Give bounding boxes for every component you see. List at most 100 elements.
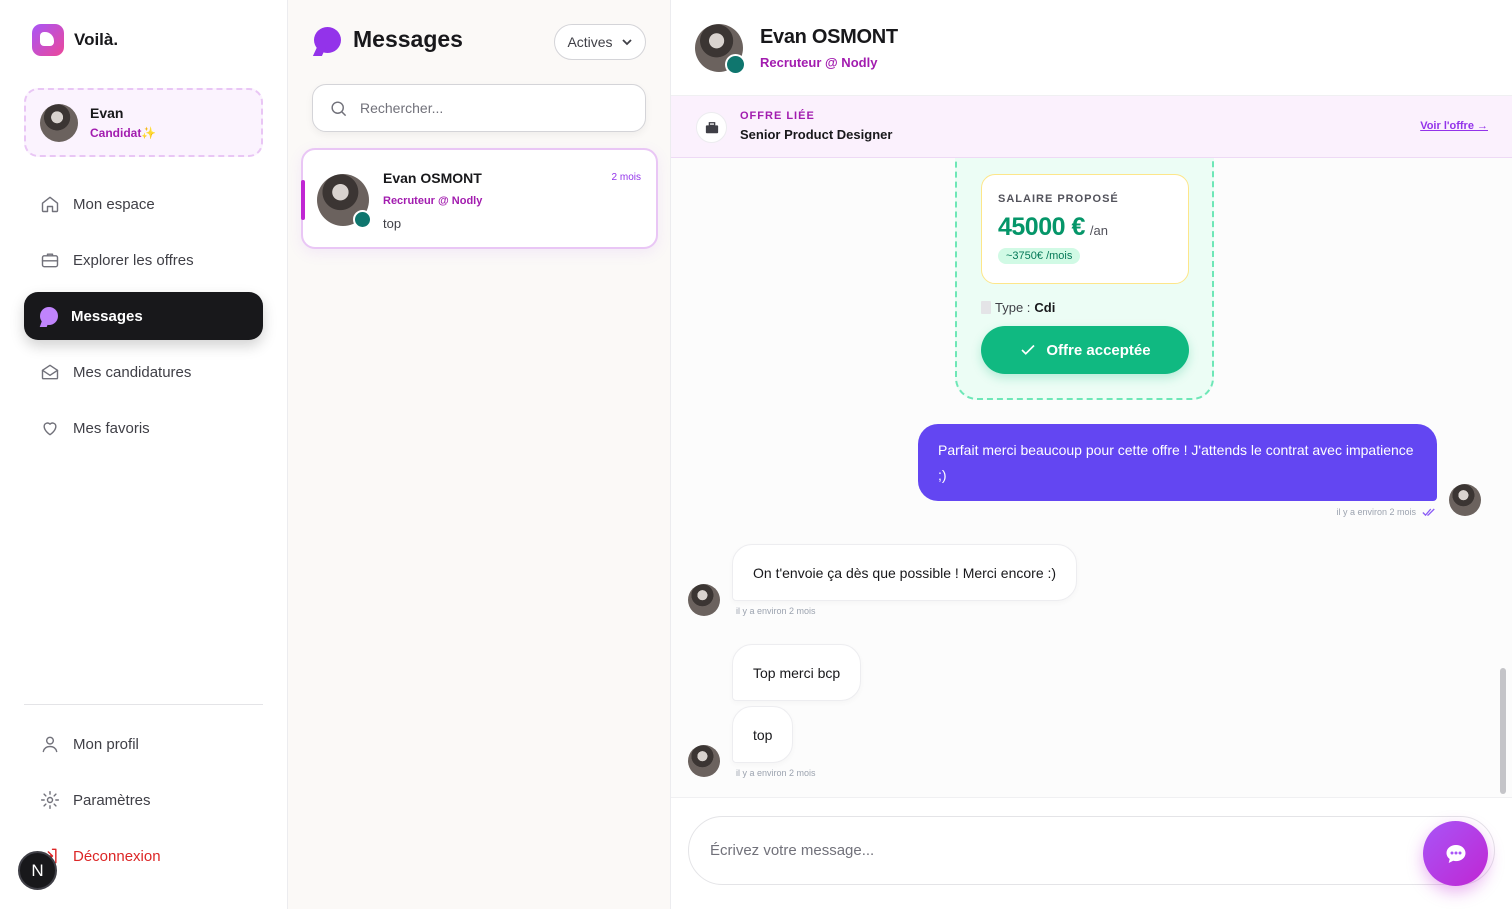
offer-accepted-label: Offre acceptée [1046,341,1151,359]
salary-unit: /an [1089,223,1108,238]
message-thread: SALAIRE PROPOSÉ 45000 € /an ~3750€ /mois… [671,158,1512,797]
contract-type-label: Type : [995,300,1031,315]
message-time: il y a environ 2 mois [1336,507,1416,517]
sidebar: Voilà. Evan Candidat✨ Mon espace Explore… [0,0,288,909]
salary-amount: 45000 € [998,213,1085,241]
chat-bubble-icon [314,26,341,53]
conversation-time: 2 mois [611,172,641,183]
salary-box: SALAIRE PROPOSÉ 45000 € /an ~3750€ /mois [981,174,1189,284]
conversation-item[interactable]: Evan OSMONT 2 mois Recruteur @ Nodly top [301,148,658,249]
double-check-icon [1422,508,1435,516]
message-meta: il y a environ 2 mois [1336,507,1436,517]
gear-icon [40,790,60,810]
nav-item-label: Mes candidatures [73,363,192,381]
filter-label: Actives [567,34,613,50]
nav-item-label: Mon espace [73,195,155,213]
contract-type-value: Cdi [1034,300,1056,315]
message-incoming: On t'envoie ça dès que possible ! Merci … [732,544,1078,601]
nav-item-deconnexion[interactable]: Déconnexion [24,832,263,880]
online-status-dot [353,210,372,229]
brand-logo-icon [32,24,64,56]
chat-header: Evan OSMONT Recruteur @ Nodly [671,0,1512,96]
nav-item-parametres[interactable]: Paramètres [24,776,263,824]
contract-type: Type : Cdi [981,300,1055,315]
nav-item-messages[interactable]: Messages [24,292,263,340]
conversation-subtitle: Recruteur @ Nodly [383,195,483,207]
nav-item-favoris[interactable]: Mes favoris [24,404,263,452]
user-name: Evan [90,105,124,121]
nav-item-label: Mon profil [73,735,139,753]
send-button[interactable] [1423,821,1488,886]
nav-item-label: Explorer les offres [73,251,194,269]
brand-name: Voilà. [74,30,119,49]
user-avatar [1449,484,1481,516]
active-indicator [301,180,305,220]
nav-item-mon-espace[interactable]: Mon espace [24,180,263,228]
briefcase-icon [696,112,727,143]
contact-avatar [317,174,372,229]
message-incoming: top [732,706,794,763]
contact-avatar[interactable] [695,24,746,75]
search-icon [331,100,347,116]
linked-offer-bar: OFFRE LIÉE Senior Product Designer Voir … [671,96,1512,158]
linked-offer-label: OFFRE LIÉE [740,110,815,122]
contact-subtitle: Recruteur @ Nodly [760,55,878,70]
conversation-preview: top [383,216,402,231]
chevron-down-icon [621,39,632,46]
contact-avatar [688,584,720,616]
offer-card: SALAIRE PROPOSÉ 45000 € /an ~3750€ /mois… [955,158,1214,400]
online-status-dot [725,54,746,75]
nav-item-label: Messages [71,307,143,325]
message-input[interactable] [710,842,1390,859]
user-avatar [40,103,78,142]
app-root: Voilà. Evan Candidat✨ Mon espace Explore… [0,0,1512,909]
message-time: il y a environ 2 mois [736,606,816,616]
main-nav: Mon espace Explorer les offres Messages … [24,180,263,460]
nav-item-candidatures[interactable]: Mes candidatures [24,348,263,396]
message-composer [671,797,1512,909]
nav-item-label: Mes favoris [73,419,150,437]
search-input[interactable] [360,100,630,116]
linked-offer-title: Senior Product Designer [740,127,893,142]
message-time: il y a environ 2 mois [736,768,816,778]
nav-item-label: Déconnexion [73,847,161,865]
offer-accepted-button[interactable]: Offre acceptée [981,326,1189,374]
filter-dropdown[interactable]: Actives [554,24,646,60]
nav-item-label: Paramètres [73,791,151,809]
nav-item-mon-profil[interactable]: Mon profil [24,720,263,768]
check-icon [1021,344,1035,355]
briefcase-icon [41,253,59,268]
view-offer-link[interactable]: Voir l'offre → [1420,120,1488,132]
message-outgoing: Parfait merci beaucoup pour cette offre … [918,424,1437,501]
conversation-list-header: Messages [314,26,463,53]
document-icon [981,301,991,314]
brand[interactable]: Voilà. [32,24,118,56]
user-info: Evan Candidat✨ [90,105,156,140]
salary-label: SALAIRE PROPOSÉ [998,193,1119,205]
sparkle-icon: ✨ [141,126,157,140]
chat-send-icon [1446,844,1465,863]
dev-badge[interactable]: N [18,851,57,890]
secondary-nav: Mon profil Paramètres Déconnexion [24,720,263,888]
contact-name: Evan OSMONT [760,26,898,48]
message-incoming: Top merci bcp [732,644,862,701]
heart-icon [43,422,57,436]
nav-divider [24,704,263,705]
salary-value: 45000 € /an [998,213,1188,242]
scrollbar-thumb[interactable] [1500,668,1506,794]
envelope-icon [41,364,59,380]
user-card[interactable]: Evan Candidat✨ [24,88,263,157]
chat-icon [40,307,58,325]
home-icon [41,196,59,213]
conversation-name: Evan OSMONT [383,170,482,186]
message-input-box [688,816,1495,885]
conversation-list: Messages Actives Evan OSMONT 2 mois Recr… [288,0,671,909]
chat-panel: Evan OSMONT Recruteur @ Nodly OFFRE LIÉE… [671,0,1512,909]
conversation-list-title: Messages [353,26,463,52]
nav-item-explorer-offres[interactable]: Explorer les offres [24,236,263,284]
user-icon [42,736,58,753]
salary-monthly-badge: ~3750€ /mois [998,248,1081,264]
user-role-label: Candidat [90,126,142,140]
contact-avatar [688,745,720,777]
user-role: Candidat✨ [90,126,156,140]
